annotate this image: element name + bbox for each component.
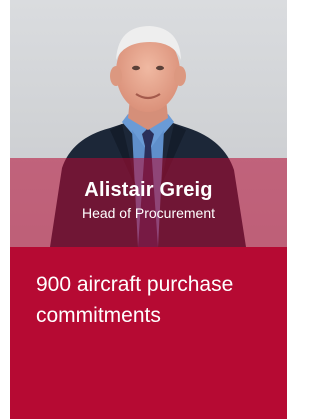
commitment-text: 900 aircraft purchase commitments <box>36 269 276 331</box>
person-role: Head of Procurement <box>81 205 216 221</box>
commitment-line-2: commitments <box>36 304 161 327</box>
commitment-line-1: 900 aircraft purchase <box>36 273 234 296</box>
profile-card: Alistair Greig Head of Procurement 900 a… <box>10 0 287 419</box>
name-block: Alistair Greig Head of Procurement <box>10 178 287 222</box>
person-name: Alistair Greig <box>84 179 213 201</box>
